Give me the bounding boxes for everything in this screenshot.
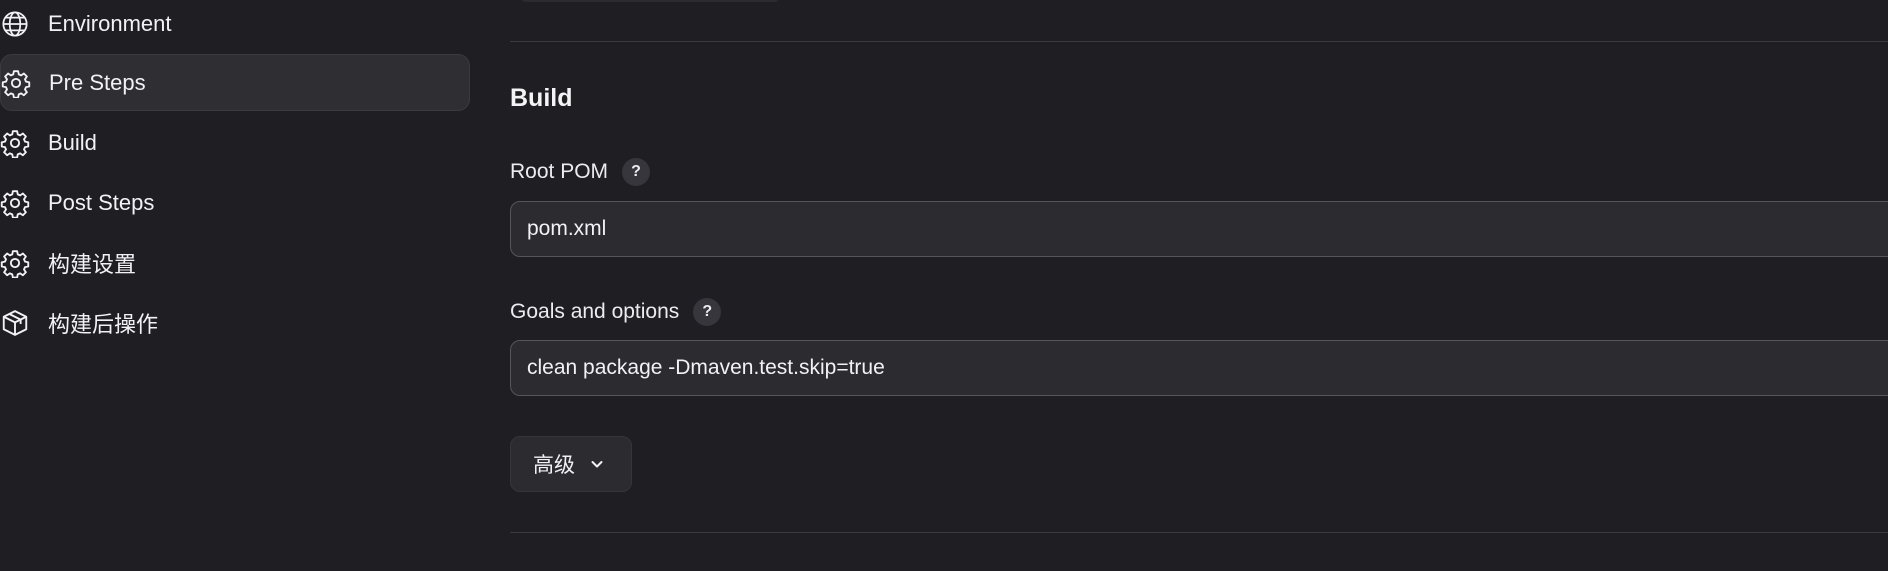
gear-icon [0,188,30,218]
section-divider-bottom [510,532,1888,533]
app-root: Environment Pre Steps Build Post Steps 构… [0,0,1888,571]
previous-field-edge [520,0,780,2]
sidebar-item-label: Post Steps [48,189,155,215]
advanced-button[interactable]: 高级 [510,436,632,492]
goals-label-row: Goals and options ? [510,298,722,326]
root-pom-label-row: Root POM ? [510,158,651,186]
root-pom-label: Root POM [510,160,609,183]
root-pom-help-button[interactable]: ? [622,158,651,186]
sidebar-item-label: 构建后操作 [48,311,159,337]
sidebar-item-label: Environment [48,10,172,36]
sidebar-item-build[interactable]: Build [0,114,470,171]
goals-label: Goals and options [510,300,680,323]
globe-icon [0,9,30,39]
sidebar-item-label: Pre Steps [49,69,146,95]
chevron-down-icon [589,456,605,472]
goals-help-button[interactable]: ? [693,298,722,326]
section-title: Build [510,84,573,112]
root-pom-input[interactable] [510,201,1888,257]
sidebar-item-environment[interactable]: Environment [0,0,470,52]
advanced-button-label: 高级 [533,454,575,477]
sidebar-item-build-settings[interactable]: 构建设置 [0,234,470,291]
gear-icon [1,68,31,98]
sidebar-item-pre-steps[interactable]: Pre Steps [0,54,470,111]
sidebar-item-label: Build [48,129,97,155]
gear-icon [0,248,30,278]
sidebar: Environment Pre Steps Build Post Steps 构… [0,0,480,571]
section-divider-top [510,41,1888,42]
package-icon [0,308,30,338]
gear-icon [0,128,30,158]
main-content: Build Root POM ? Goals and options ? 高级 [510,0,1888,571]
sidebar-item-post-steps[interactable]: Post Steps [0,174,470,231]
sidebar-item-post-build-actions[interactable]: 构建后操作 [0,294,470,351]
sidebar-item-label: 构建设置 [48,251,137,277]
goals-input[interactable] [510,340,1888,396]
